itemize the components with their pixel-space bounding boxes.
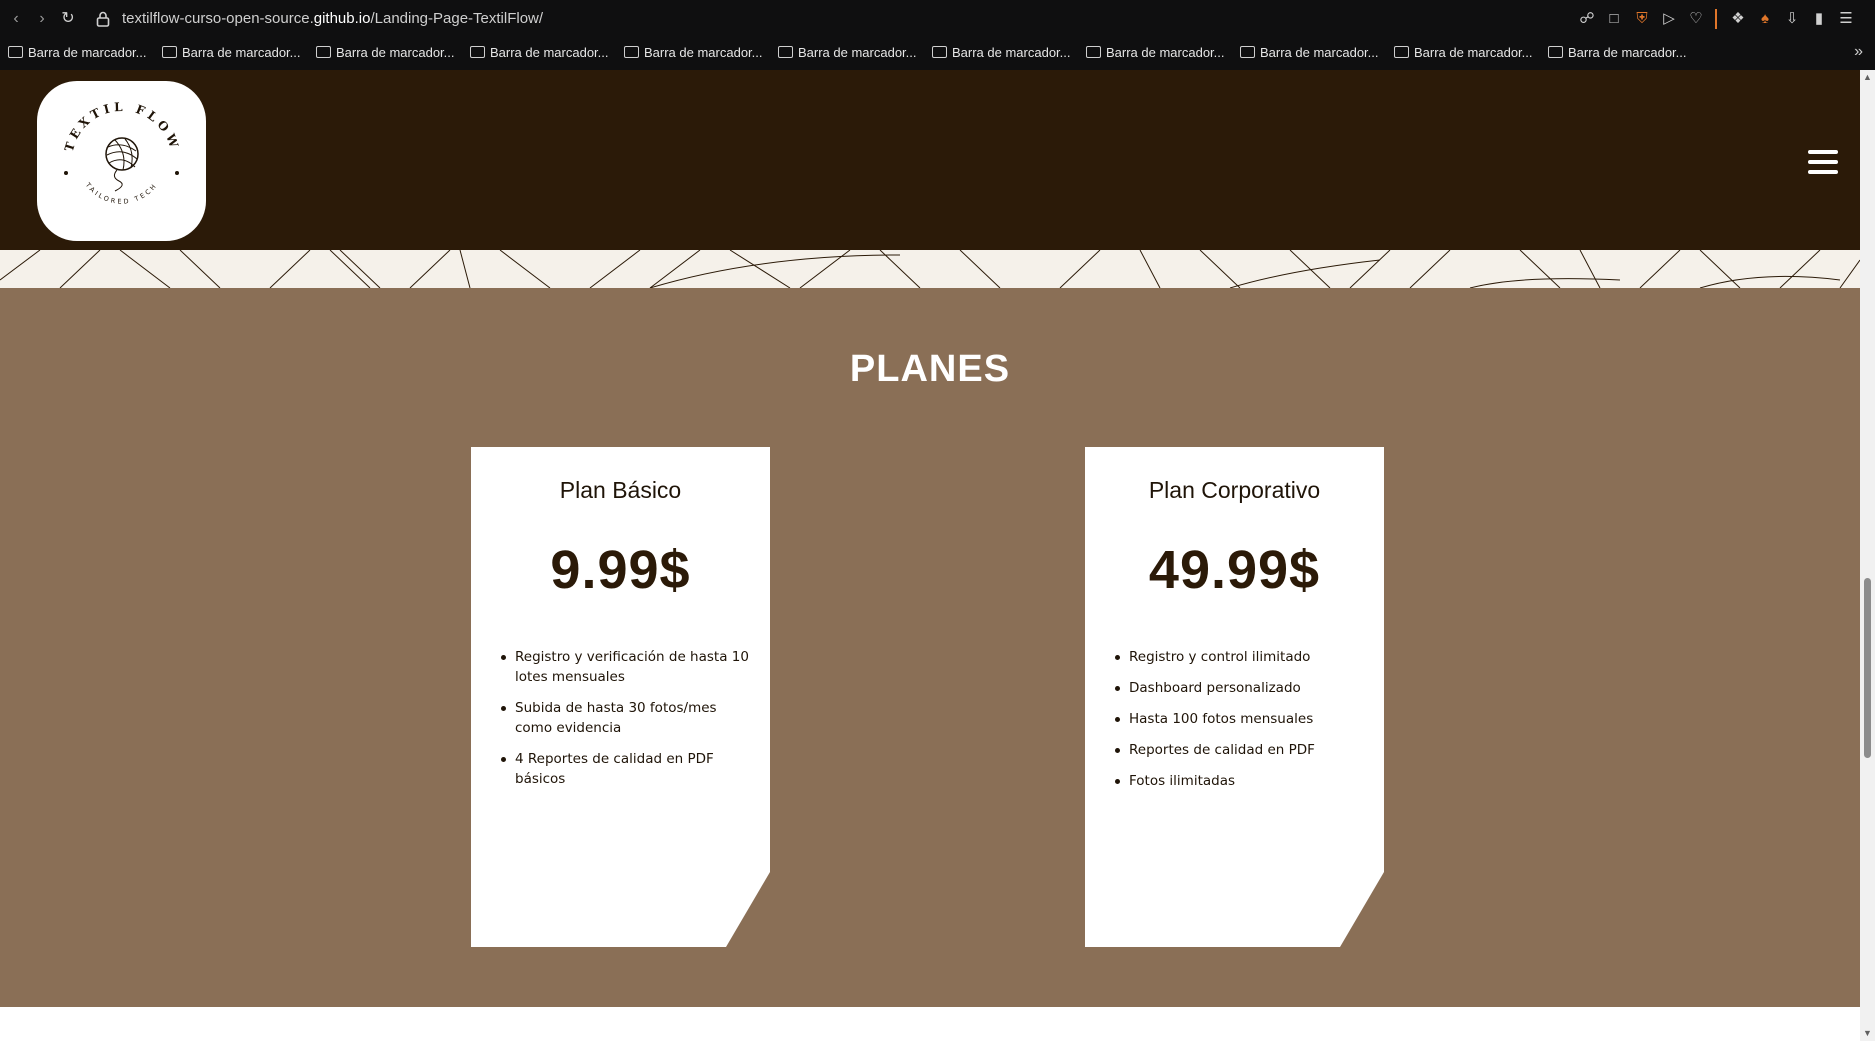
- folder-icon: [316, 46, 331, 58]
- plan-features: Registro y verificación de hasta 10 lote…: [501, 647, 755, 800]
- folder-icon: [1394, 46, 1409, 58]
- folder-icon: [470, 46, 485, 58]
- feature-item: Hasta 100 fotos mensuales: [1115, 709, 1369, 729]
- play-icon[interactable]: ▷: [1660, 10, 1678, 28]
- scroll-thumb[interactable]: [1864, 578, 1871, 758]
- battery-icon[interactable]: ▮: [1810, 10, 1828, 28]
- folder-icon: [624, 46, 639, 58]
- bookmark-folder[interactable]: Barra de marcador...: [1548, 45, 1687, 60]
- extensions-icon[interactable]: ❖: [1729, 10, 1747, 28]
- folder-icon: [1086, 46, 1101, 58]
- svg-text:TAILORED TECH: TAILORED TECH: [83, 180, 159, 205]
- bookmark-folder[interactable]: Barra de marcador...: [624, 45, 763, 60]
- section-title: PLANES: [849, 348, 1011, 390]
- next-section: [0, 1007, 1860, 1041]
- bookmarks-bar: Barra de marcador... Barra de marcador..…: [0, 38, 1875, 70]
- plan-card-basic[interactable]: Plan Básico 9.99$ Registro y verificació…: [471, 447, 770, 947]
- site-header: TEXTIL FLOW TAILORED TECH: [0, 70, 1860, 250]
- feature-item: Dashboard personalizado: [1115, 678, 1369, 698]
- scroll-up-icon[interactable]: ▲: [1862, 72, 1873, 83]
- page-scrollbar[interactable]: ▲ ▼: [1860, 70, 1875, 1041]
- folder-icon: [1548, 46, 1563, 58]
- menu-list-icon[interactable]: ☰: [1837, 10, 1855, 28]
- plan-features: Registro y control ilimitado Dashboard p…: [1115, 647, 1369, 802]
- plan-price: 9.99$: [550, 540, 691, 600]
- plan-name: Plan Básico: [559, 477, 682, 503]
- profile-icon[interactable]: ♠: [1756, 10, 1774, 28]
- folder-icon: [932, 46, 947, 58]
- feature-item: Reportes de calidad en PDF: [1115, 740, 1369, 760]
- bookmark-folder[interactable]: Barra de marcador...: [778, 45, 917, 60]
- lock-icon[interactable]: [94, 10, 112, 28]
- folder-icon: [162, 46, 177, 58]
- feature-item: Registro y control ilimitado: [1115, 647, 1369, 667]
- bookmark-folder[interactable]: Barra de marcador...: [8, 45, 147, 60]
- feature-item: 4 Reportes de calidad en PDF básicos: [501, 749, 755, 789]
- bookmark-folder[interactable]: Barra de marcador...: [1240, 45, 1379, 60]
- decorative-line-pattern: [0, 250, 1860, 288]
- download-icon[interactable]: ⇩: [1783, 10, 1801, 28]
- feature-item: Registro y verificación de hasta 10 lote…: [501, 647, 755, 687]
- plan-card-corporate[interactable]: Plan Corporativo 49.99$ Registro y contr…: [1085, 447, 1384, 947]
- bookmark-folder[interactable]: Barra de marcador...: [470, 45, 609, 60]
- address-bar-row: ‹ › ↻ textilflow-curso-open-source.githu…: [0, 0, 1875, 38]
- folder-icon: [8, 46, 23, 58]
- bookmark-folder[interactable]: Barra de marcador...: [316, 45, 455, 60]
- reload-icon[interactable]: ↻: [58, 9, 78, 29]
- plan-name: Plan Corporativo: [1148, 477, 1321, 503]
- plan-price: 49.99$: [1148, 540, 1321, 600]
- shield-icon[interactable]: ⛨: [1633, 10, 1651, 28]
- forward-icon[interactable]: ›: [32, 9, 52, 29]
- scroll-down-icon[interactable]: ▼: [1862, 1028, 1873, 1039]
- feature-item: Subida de hasta 30 fotos/mes como eviden…: [501, 698, 755, 738]
- bookmark-icon[interactable]: ☍: [1578, 10, 1596, 28]
- chevron-more-icon[interactable]: »: [1854, 43, 1863, 61]
- back-icon[interactable]: ‹: [6, 9, 26, 29]
- bookmark-folder[interactable]: Barra de marcador...: [932, 45, 1071, 60]
- folder-icon: [778, 46, 793, 58]
- browser-chrome: ‹ › ↻ textilflow-curso-open-source.githu…: [0, 0, 1875, 70]
- screenshot-icon[interactable]: □: [1605, 10, 1623, 28]
- logo[interactable]: TEXTIL FLOW TAILORED TECH: [37, 81, 206, 241]
- bookmark-folder[interactable]: Barra de marcador...: [1394, 45, 1533, 60]
- plans-section: PLANES Plan Básico 9.99$ Registro y veri…: [0, 288, 1860, 1007]
- bookmark-folder[interactable]: Barra de marcador...: [162, 45, 301, 60]
- heart-icon[interactable]: ♡: [1687, 10, 1705, 28]
- yarn-ball-logo-icon: TEXTIL FLOW TAILORED TECH: [62, 100, 179, 206]
- feature-item: Fotos ilimitadas: [1115, 771, 1369, 791]
- folder-icon: [1240, 46, 1255, 58]
- divider: [1715, 9, 1717, 29]
- bookmark-folder[interactable]: Barra de marcador...: [1086, 45, 1225, 60]
- url-field[interactable]: textilflow-curso-open-source.github.io/L…: [122, 10, 543, 27]
- hamburger-icon[interactable]: [1808, 150, 1838, 174]
